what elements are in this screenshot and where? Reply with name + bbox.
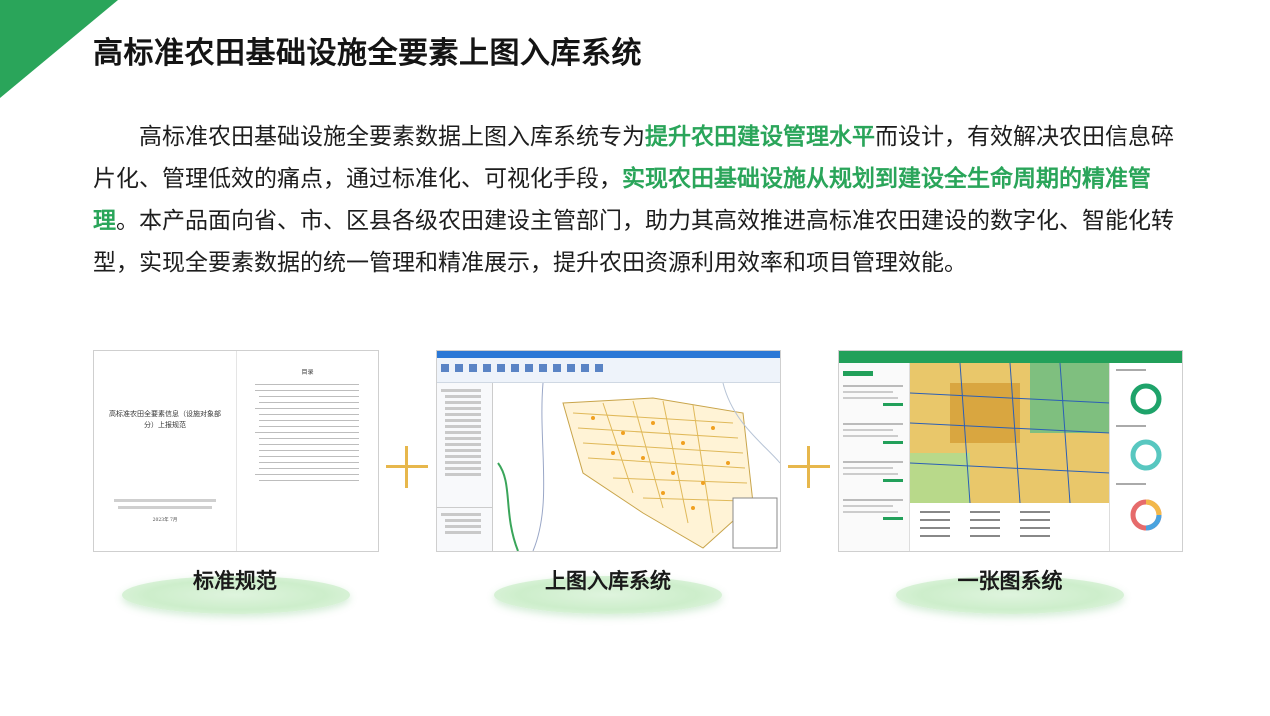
one-map-system-screenshot [838,350,1183,552]
window-toolbar [437,358,780,383]
map-view [910,363,1110,551]
intro-paragraph: 高标准农田基础设施全要素数据上图入库系统专为提升农田建设管理水平而设计，有效解决… [93,116,1183,284]
document-toc: 目录 [237,351,378,551]
upload-system-screenshot [436,350,781,552]
plus-icon [788,446,830,488]
page-title: 高标准农田基础设施全要素上图入库系统 [93,36,642,71]
intro-text-1: 高标准农田基础设施全要素数据上图入库系统专为 [139,124,645,150]
document-date: 2023年 7月 [152,518,178,523]
plus-icon [386,446,428,488]
project-list-panel [839,363,910,551]
document-title: 高标准农田全要素信息（设施对象部分）上报规范 [109,410,221,429]
intro-highlight-1: 提升农田建设管理水平 [645,124,875,150]
app-header-bar [839,351,1182,363]
document-org: 2023年 7月 [104,497,226,525]
product-label-standard: 标准规范 [193,569,277,593]
toolbar-icons [441,364,603,372]
layer-tree-panel [437,383,493,551]
document-cover: 高标准农田全要素信息（设施对象部分）上报规范 2023年 7月 [94,351,237,551]
window-title-bar [437,351,780,358]
product-label-upload-system: 上图入库系统 [545,569,671,593]
intro-text-3: 。本产品面向省、市、区县各级农田建设主管部门，助力其高效推进高标准农田建设的数字… [93,208,1174,276]
statistics-panel [1109,363,1182,551]
product-label-one-map-system: 一张图系统 [957,569,1063,593]
standard-document-image: 高标准农田全要素信息（设施对象部分）上报规范 2023年 7月 目录 [93,350,379,552]
map-canvas [493,383,780,551]
toc-title: 目录 [301,369,314,376]
